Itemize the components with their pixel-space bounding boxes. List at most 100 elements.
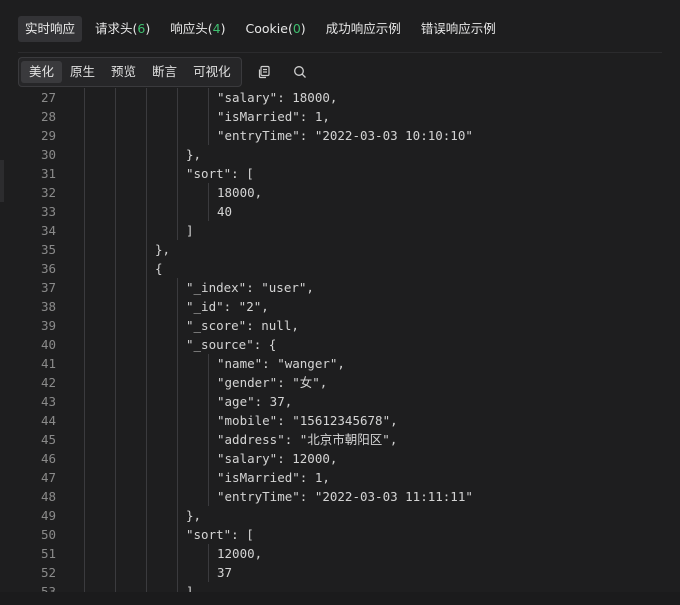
indent-guide: [177, 316, 178, 335]
line-number: 33: [40, 204, 56, 219]
indent-guide: [115, 88, 116, 107]
code-text: "sort": [: [186, 527, 254, 542]
indent-guide: [84, 468, 85, 487]
code-text: },: [186, 508, 202, 523]
indent-guide: [146, 183, 147, 202]
indent-guide: [84, 582, 85, 592]
tab-2[interactable]: 响应头(4): [163, 16, 232, 42]
code-line: 33 40: [18, 202, 662, 221]
code-line: 47 "isMarried": 1,: [18, 468, 662, 487]
tab-1[interactable]: 请求头(6): [88, 16, 157, 42]
indent-guide: [208, 392, 209, 411]
response-body-editor[interactable]: 27 "salary": 18000, 28 "isMarried": 1, 29 "en…: [18, 88, 662, 592]
indent-guide: [146, 449, 147, 468]
indent-guide: [84, 411, 85, 430]
code-text: "salary": 12000,: [217, 451, 338, 466]
line-number: 31: [40, 166, 56, 181]
code-line: 32 18000,: [18, 183, 662, 202]
tab-count: 4: [212, 21, 221, 36]
indent-guide: [177, 354, 178, 373]
indent-guide: [146, 392, 147, 411]
indent-guide: [208, 107, 209, 126]
indent-guide: [208, 88, 209, 107]
indent-guide: [84, 487, 85, 506]
code-line: 35},: [18, 240, 662, 259]
view-mode-1[interactable]: 原生: [62, 61, 103, 83]
indent-guide: [84, 202, 85, 221]
line-number: 49: [40, 508, 56, 523]
line-number: 27: [40, 90, 56, 105]
code-line: 43 "age": 37,: [18, 392, 662, 411]
code-line: 36 {: [18, 259, 662, 278]
indent-guide: [146, 582, 147, 592]
response-toolbar: 美化 原生 预览 断言 可视化: [18, 57, 314, 87]
indent-guide: [146, 259, 147, 278]
indent-guide: [208, 487, 209, 506]
view-mode-0[interactable]: 美化: [21, 61, 63, 83]
indent-guide: [177, 544, 178, 563]
tab-label: 成功响应示例: [325, 21, 401, 36]
code-line: 52 37: [18, 563, 662, 582]
indent-guide: [146, 316, 147, 335]
indent-guide: [84, 278, 85, 297]
code-text: "name": "wanger",: [217, 356, 345, 371]
code-text: },: [155, 242, 171, 257]
indent-guide: [115, 563, 116, 582]
indent-guide: [177, 202, 178, 221]
tab-0[interactable]: 实时响应: [18, 16, 83, 42]
indent-guide: [115, 506, 116, 525]
response-tabs: 实时响应 请求头(6) 响应头(4) Cookie(0) 成功响应示例 错误响应示例: [18, 16, 503, 42]
line-number: 47: [40, 470, 56, 485]
code-line: 28 "isMarried": 1,: [18, 107, 662, 126]
line-number: 50: [40, 527, 56, 542]
tab-4[interactable]: 成功响应示例: [319, 16, 408, 42]
line-number: 36: [40, 261, 56, 276]
view-mode-3[interactable]: 断言: [144, 61, 185, 83]
code-text: "_score": null,: [186, 318, 299, 333]
line-number: 39: [40, 318, 56, 333]
tab-divider: [18, 52, 662, 53]
indent-guide: [146, 240, 147, 259]
code-line: 50 "sort": [: [18, 525, 662, 544]
paren-close: ): [145, 21, 151, 36]
code-line: 38 "_id": "2",: [18, 297, 662, 316]
view-mode-4[interactable]: 可视化: [185, 61, 239, 83]
tab-5[interactable]: 错误响应示例: [414, 16, 503, 42]
indent-guide: [146, 468, 147, 487]
code-line: 46 "salary": 12000,: [18, 449, 662, 468]
indent-guide: [115, 449, 116, 468]
indent-guide: [208, 544, 209, 563]
code-text: "entryTime": "2022-03-03 10:10:10": [217, 128, 473, 143]
indent-guide: [208, 411, 209, 430]
view-mode-2[interactable]: 预览: [103, 61, 144, 83]
code-line: 29 "entryTime": "2022-03-03 10:10:10": [18, 126, 662, 145]
indent-guide: [84, 392, 85, 411]
panel-resize-handle[interactable]: [0, 160, 4, 202]
indent-guide: [84, 88, 85, 107]
indent-guide: [84, 316, 85, 335]
line-number: 52: [40, 565, 56, 580]
indent-guide: [115, 316, 116, 335]
code-text: 18000,: [217, 185, 263, 200]
search-icon[interactable]: [286, 58, 314, 86]
indent-guide: [84, 506, 85, 525]
code-text: "isMarried": 1,: [217, 470, 330, 485]
indent-guide: [115, 430, 116, 449]
indent-guide: [146, 544, 147, 563]
indent-guide: [208, 373, 209, 392]
indent-guide: [84, 373, 85, 392]
indent-guide: [84, 145, 85, 164]
indent-guide: [177, 278, 178, 297]
copy-icon[interactable]: [250, 58, 278, 86]
line-number: 29: [40, 128, 56, 143]
code-text: ]: [186, 223, 194, 238]
code-text: {: [155, 261, 163, 276]
tab-3[interactable]: Cookie(0): [239, 16, 313, 42]
code-line: 40 "_source": {: [18, 335, 662, 354]
indent-guide: [115, 240, 116, 259]
code-text: "age": 37,: [217, 394, 293, 409]
indent-guide: [115, 221, 116, 240]
indent-guide: [177, 373, 178, 392]
indent-guide: [177, 126, 178, 145]
indent-guide: [84, 335, 85, 354]
